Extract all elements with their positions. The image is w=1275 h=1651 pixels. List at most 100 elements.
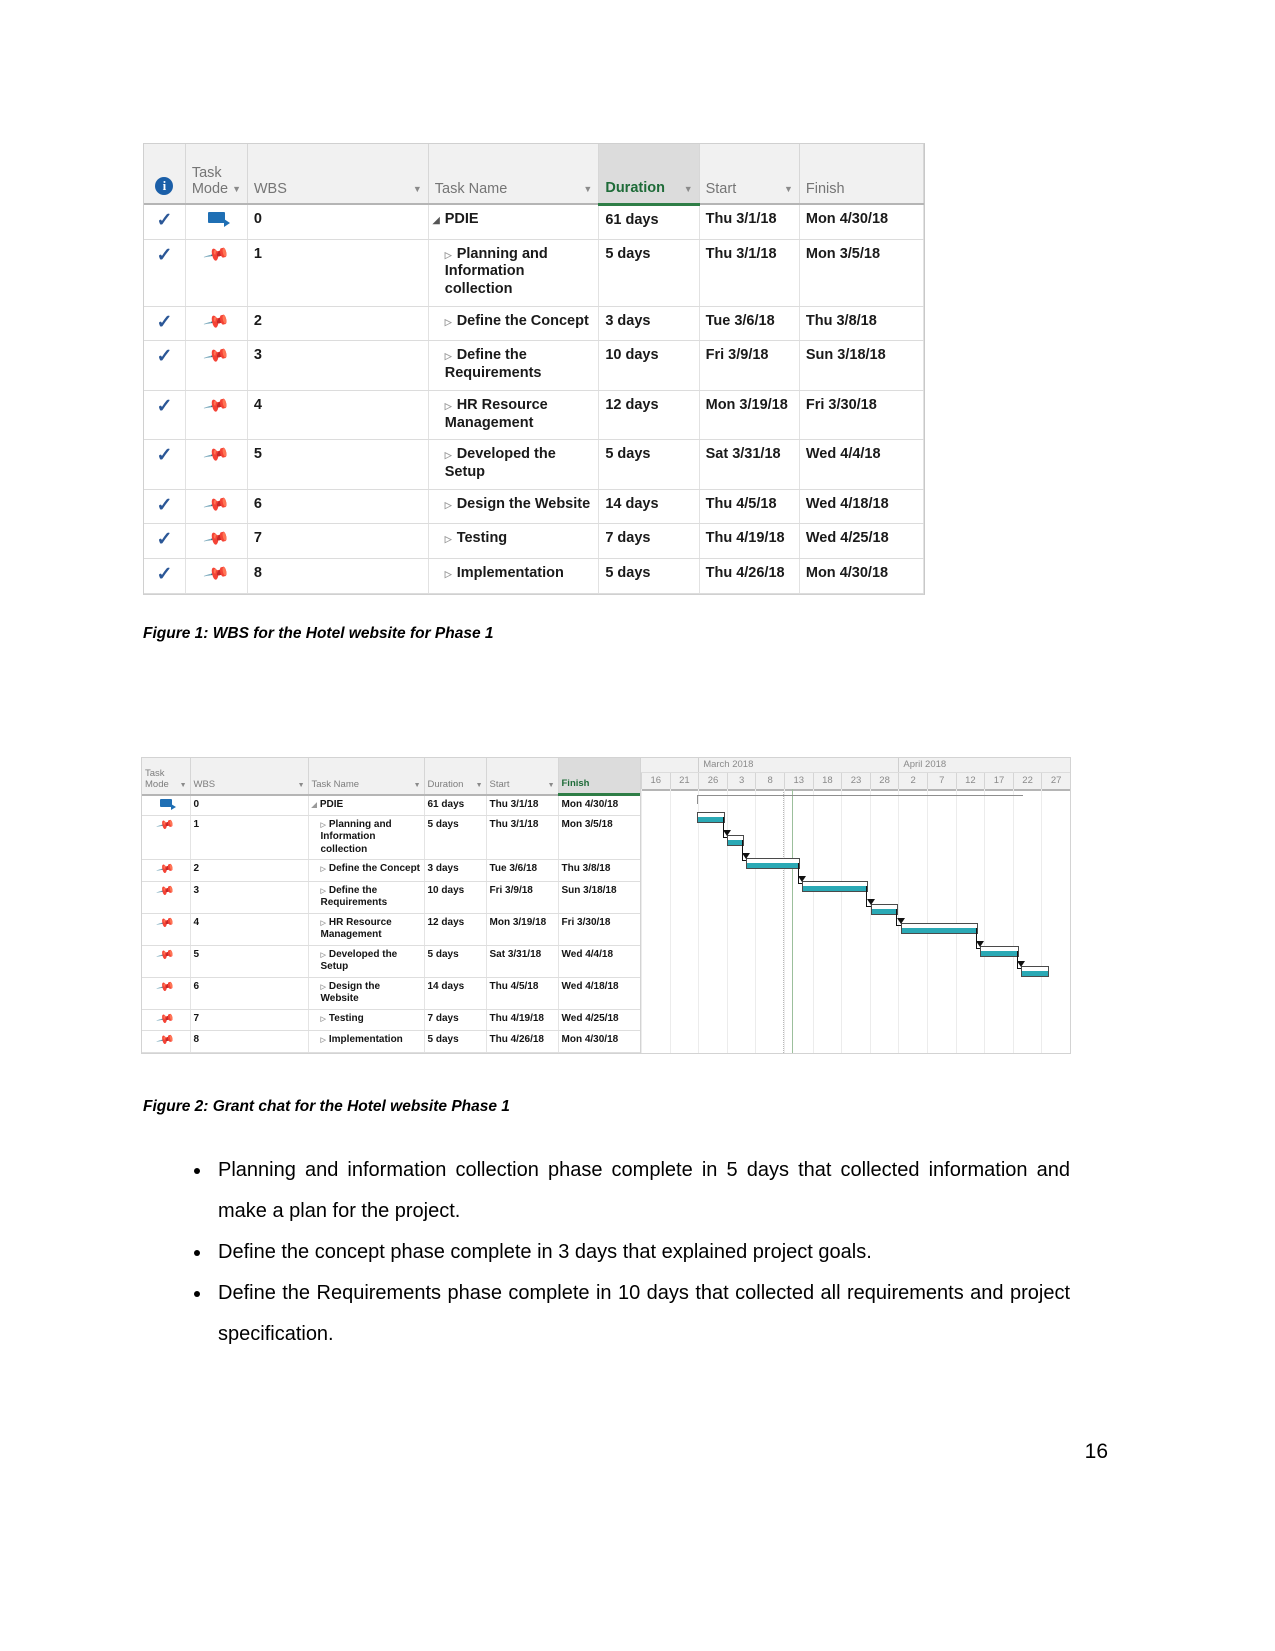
table-row[interactable]: ✓ 📌 8 ▷ Implementation 5 days Thu 4/26/18 Mon 4… — [144, 558, 925, 594]
row-task-name-cell[interactable]: ▷ Implementation — [428, 558, 600, 594]
row-task-name-cell[interactable]: ◢ PDIE — [428, 204, 600, 240]
gantt-row-task-name-cell[interactable]: ▷ Planning and Information collection — [308, 815, 425, 860]
gantt-table-row[interactable]: 📌 2 ▷ Define the Concept 3 days Tue 3/6/18 Thu… — [142, 859, 640, 882]
gantt-table-row[interactable]: 📌 3 ▷ Define the Requirements 10 days Fri 3/9… — [142, 881, 640, 914]
gantt-column-header-start[interactable]: Start ▼ — [486, 758, 559, 796]
row-task-mode-cell[interactable]: 📌 — [185, 390, 248, 441]
table-row[interactable]: ✓ 📌 2 ▷ Define the Concept 3 days Tue 3/6/18 Th… — [144, 306, 925, 342]
row-task-name-cell[interactable]: ▷ Planning and Information collection — [428, 239, 600, 307]
gantt-row-task-name-cell[interactable]: ▷ Define the Requirements — [308, 881, 425, 914]
row-task-name-cell[interactable]: ▷ Define the Requirements — [428, 340, 600, 391]
table-row[interactable]: ✓ 📌 4 ▷ HR Resource Management 12 days Mon 3/1… — [144, 390, 925, 441]
table-row[interactable]: ✓ 📌 5 ▷ Developed the Setup 5 days Sat 3/31/18… — [144, 439, 925, 490]
expand-triangle-icon[interactable]: ▷ — [321, 1037, 326, 1044]
gantt-row-task-name-cell[interactable]: ▷ Developed the Setup — [308, 945, 425, 978]
chevron-down-icon[interactable]: ▼ — [548, 782, 555, 791]
chevron-down-icon[interactable]: ▼ — [684, 184, 693, 197]
gantt-column-header-wbs[interactable]: WBS ▼ — [190, 758, 309, 796]
expand-triangle-icon[interactable]: ▷ — [445, 569, 452, 579]
row-task-name-cell[interactable]: ▷ Testing — [428, 523, 600, 559]
expand-triangle-icon[interactable]: ▷ — [321, 984, 326, 991]
column-header-indicators[interactable]: i — [144, 144, 186, 205]
gantt-task-bar[interactable] — [979, 946, 1019, 957]
expand-triangle-icon[interactable]: ▷ — [445, 450, 452, 460]
gantt-row-task-name-cell[interactable]: ▷ Implementation — [308, 1030, 425, 1053]
row-task-name-cell[interactable]: ▷ Define the Concept — [428, 306, 600, 342]
gantt-row-task-name-cell[interactable]: ▷ Testing — [308, 1009, 425, 1031]
gantt-row-task-mode-cell[interactable]: 📌 — [142, 913, 191, 946]
expand-triangle-icon[interactable]: ▷ — [445, 351, 452, 361]
gantt-row-task-mode-cell[interactable]: 📌 — [142, 977, 191, 1010]
gantt-task-bar[interactable] — [801, 881, 869, 892]
expand-triangle-icon[interactable]: ▷ — [445, 500, 452, 510]
column-header-wbs[interactable]: WBS ▼ — [247, 144, 429, 205]
expand-triangle-icon[interactable]: ▷ — [321, 952, 326, 959]
row-task-mode-cell[interactable]: 📌 — [185, 340, 248, 391]
gantt-column-header-task-name[interactable]: Task Name ▼ — [308, 758, 425, 796]
table-row[interactable]: ✓ 📌 6 ▷ Design the Website 14 days Thu 4/5/18 W… — [144, 489, 925, 525]
column-header-duration[interactable]: Duration ▼ — [598, 144, 700, 206]
gantt-row-task-mode-cell[interactable]: 📌 — [142, 1030, 191, 1053]
chevron-down-icon[interactable]: ▼ — [298, 782, 305, 791]
gantt-task-bar[interactable] — [900, 923, 978, 934]
gantt-table-row[interactable]: 📌 6 ▷ Design the Website 14 days Thu 4/5/18 We… — [142, 977, 640, 1010]
row-task-name-cell[interactable]: ▷ Design the Website — [428, 489, 600, 525]
table-row[interactable]: ✓ 📌 7 ▷ Testing 7 days Thu 4/19/18 Wed 4/25/18 — [144, 523, 925, 559]
chevron-down-icon[interactable]: ▼ — [583, 185, 592, 197]
gantt-table-row[interactable]: 📌 1 ▷ Planning and Information collection 5 … — [142, 815, 640, 860]
gantt-row-task-name-cell[interactable]: ▷ Design the Website — [308, 977, 425, 1010]
expand-triangle-icon[interactable]: ▷ — [321, 1016, 326, 1023]
row-task-mode-cell[interactable]: 📌 — [185, 558, 248, 594]
collapse-triangle-icon[interactable]: ◢ — [433, 215, 440, 225]
table-row[interactable]: ✓ 📌 3 ▷ Define the Requirements 10 days Fri 3/… — [144, 340, 925, 391]
row-task-mode-cell[interactable]: 📌 — [185, 439, 248, 490]
gantt-table-row[interactable]: 📌 5 ▷ Developed the Setup 5 days Sat 3/31/18 W… — [142, 945, 640, 978]
expand-triangle-icon[interactable]: ▷ — [445, 250, 452, 260]
expand-triangle-icon[interactable]: ▷ — [445, 534, 452, 544]
gantt-row-task-name-cell[interactable]: ▷ Define the Concept — [308, 859, 425, 882]
gantt-row-task-mode-cell[interactable]: 📌 — [142, 945, 191, 978]
gantt-task-bar[interactable] — [746, 858, 800, 869]
gantt-row-task-mode-cell[interactable]: 📌 — [142, 881, 191, 914]
chevron-down-icon[interactable]: ▼ — [414, 782, 421, 791]
gantt-table-row[interactable]: 📌 4 ▷ HR Resource Management 12 days Mon 3/19… — [142, 913, 640, 946]
gantt-column-header-finish[interactable]: Finish — [558, 758, 640, 796]
expand-triangle-icon[interactable]: ▷ — [445, 401, 452, 411]
chevron-down-icon[interactable]: ▼ — [413, 185, 422, 197]
gantt-timeline-pane[interactable]: March 2018 April 2018 16 21 26 3 8 13 18 23 28 2 7 1… — [641, 757, 1071, 1054]
collapse-triangle-icon[interactable]: ◢ — [312, 802, 317, 809]
expand-triangle-icon[interactable]: ▷ — [321, 920, 326, 927]
gantt-task-bar[interactable] — [870, 904, 899, 915]
row-task-mode-cell[interactable] — [185, 204, 248, 240]
gantt-row-task-name-cell[interactable]: ▷ HR Resource Management — [308, 913, 425, 946]
gantt-table-row[interactable]: 📌 8 ▷ Implementation 5 days Thu 4/26/18 Mon 4/… — [142, 1030, 640, 1053]
column-header-finish[interactable]: Finish — [799, 144, 925, 205]
gantt-task-bar[interactable] — [696, 812, 725, 823]
gantt-row-task-mode-cell[interactable]: 📌 — [142, 815, 191, 860]
table-row[interactable]: ✓ 📌 1 ▷ Planning and Information collection 5… — [144, 239, 925, 307]
row-task-name-cell[interactable]: ▷ Developed the Setup — [428, 439, 600, 490]
expand-triangle-icon[interactable]: ▷ — [321, 822, 326, 829]
row-task-mode-cell[interactable]: 📌 — [185, 489, 248, 525]
column-header-start[interactable]: Start ▼ — [699, 144, 800, 205]
table-row[interactable]: ✓ 0 ◢ PDIE 61 days Thu 3/1/18 Mon 4/30/18 — [144, 204, 925, 240]
chevron-down-icon[interactable]: ▼ — [232, 185, 241, 197]
expand-triangle-icon[interactable]: ▷ — [321, 888, 326, 895]
row-task-name-cell[interactable]: ▷ HR Resource Management — [428, 390, 600, 441]
row-task-mode-cell[interactable]: 📌 — [185, 306, 248, 342]
column-header-task-mode[interactable]: Task Mode ▼ — [185, 144, 248, 205]
column-header-task-name[interactable]: Task Name ▼ — [428, 144, 600, 205]
row-task-mode-cell[interactable]: 📌 — [185, 523, 248, 559]
gantt-task-bar[interactable] — [1020, 966, 1049, 977]
gantt-table-row[interactable]: 📌 7 ▷ Testing 7 days Thu 4/19/18 Wed 4/25/18 — [142, 1009, 640, 1031]
gantt-column-header-task-mode[interactable]: Task Mode ▼ — [142, 758, 191, 796]
gantt-column-header-duration[interactable]: Duration ▼ — [424, 758, 487, 796]
chevron-down-icon[interactable]: ▼ — [180, 782, 187, 791]
timeline-bar-area[interactable] — [641, 789, 1070, 1053]
gantt-summary-bar[interactable] — [696, 795, 1023, 804]
gantt-table-row[interactable]: 0 ◢ PDIE 61 days Thu 3/1/18 Mon 4/30/18 — [142, 794, 640, 816]
gantt-row-task-mode-cell[interactable]: 📌 — [142, 859, 191, 882]
row-task-mode-cell[interactable]: 📌 — [185, 239, 248, 307]
expand-triangle-icon[interactable]: ▷ — [445, 317, 452, 327]
gantt-row-task-name-cell[interactable]: ◢ PDIE — [308, 794, 425, 816]
